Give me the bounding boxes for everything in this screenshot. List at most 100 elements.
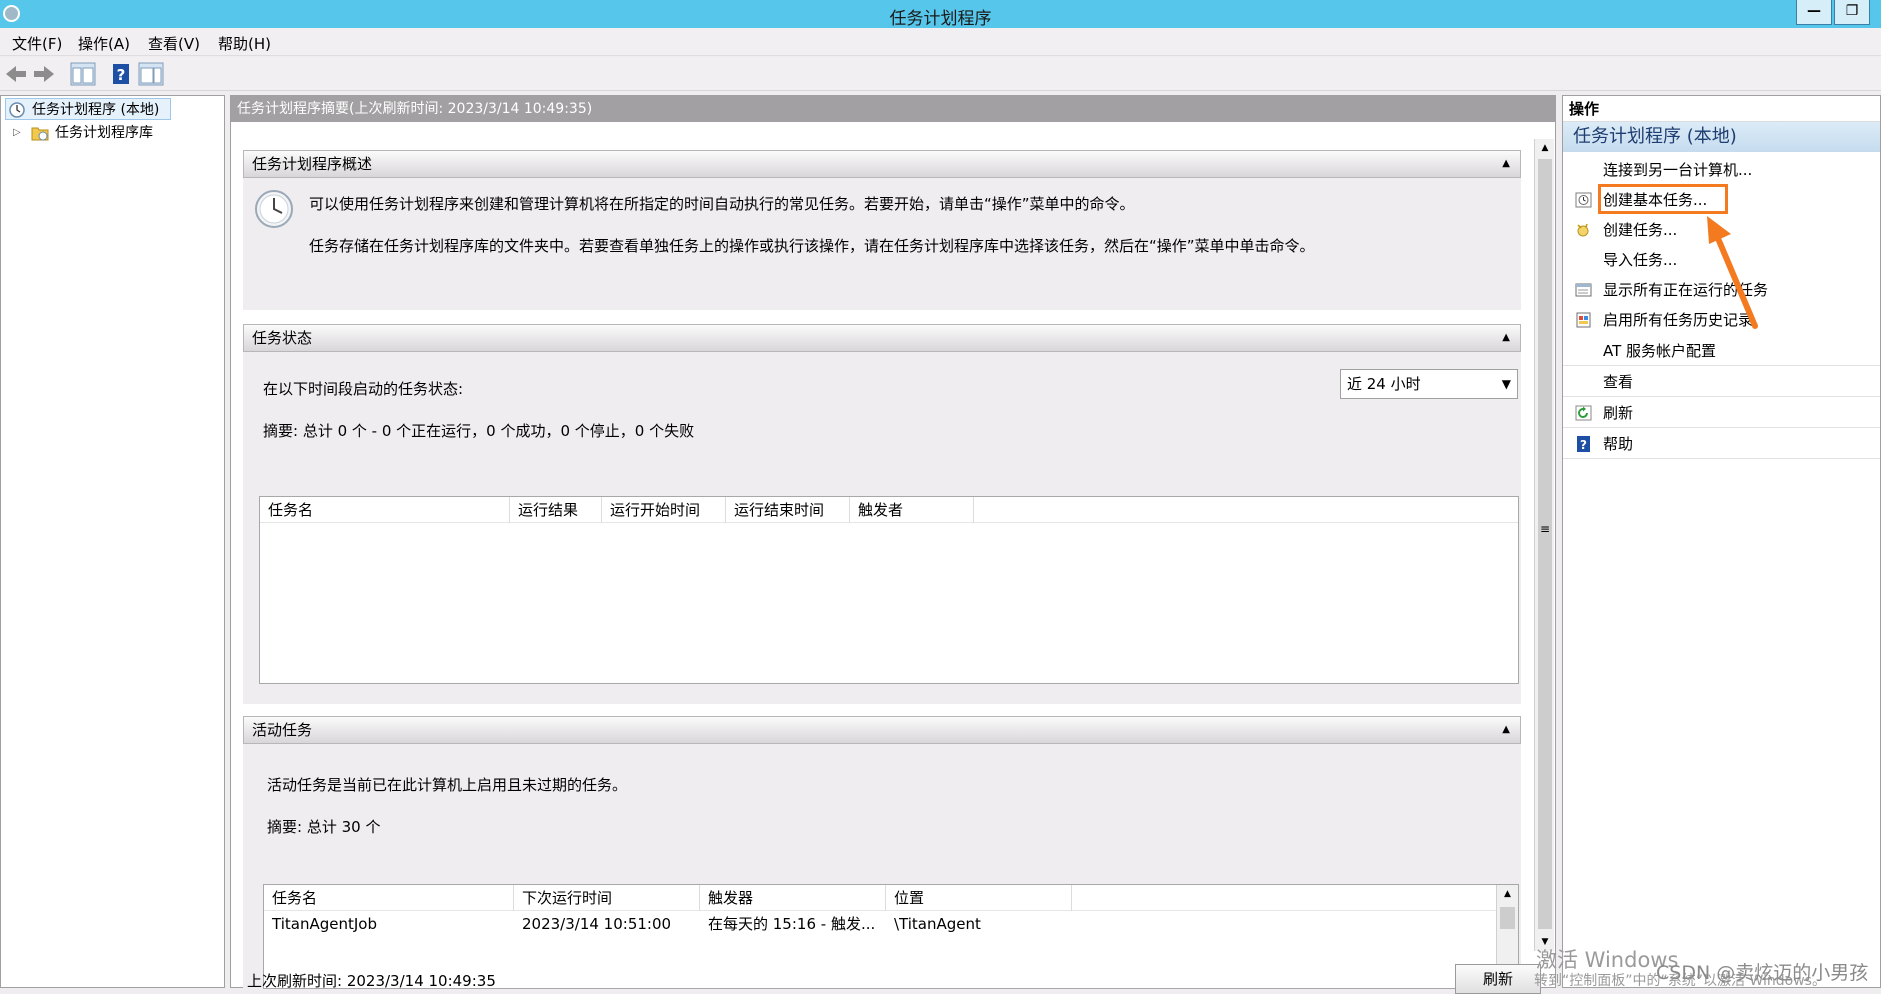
table-cell: \TitanAgent (894, 915, 981, 933)
summary-scrollbar[interactable]: ▲ ≡ ▼ (1534, 139, 1554, 951)
action-connect-computer[interactable]: 连接到另一台计算机... (1563, 155, 1880, 185)
menu-bar: 文件(F) 操作(A) 查看(V) 帮助(H) (0, 28, 1881, 56)
scroll-thumb[interactable] (1500, 907, 1515, 929)
clock-icon (255, 190, 293, 228)
active-tasks-title: 活动任务 (252, 721, 313, 739)
action-label: 创建任务... (1603, 221, 1678, 239)
action-help[interactable]: ? 帮助 (1563, 429, 1880, 459)
column-header[interactable]: 运行结果 (510, 497, 602, 523)
task-status-section-header[interactable]: 任务状态 ▲ (243, 324, 1521, 352)
column-header[interactable]: 触发器 (700, 885, 886, 911)
collapse-icon[interactable]: ▲ (1502, 717, 1510, 743)
action-view[interactable]: 查看 (1563, 367, 1880, 397)
expand-arrow-icon[interactable]: ▷ (13, 122, 21, 144)
overview-text-2: 任务存储在任务计划程序库的文件夹中。若要查看单独任务上的操作或执行该操作，请在任… (309, 237, 1315, 255)
svg-text:?: ? (117, 66, 126, 84)
column-header[interactable]: 触发者 (850, 497, 974, 523)
restore-button[interactable]: ❐ (1834, 0, 1870, 25)
show-action-pane-icon[interactable] (138, 62, 164, 86)
menu-view[interactable]: 查看(V) (148, 33, 200, 54)
action-label: 查看 (1603, 373, 1634, 391)
summary-pane: 任务计划程序摘要(上次刷新时间: 2023/3/14 10:49:35) 任务计… (230, 95, 1556, 994)
actions-pane: 操作 任务计划程序 (本地) 连接到另一台计算机... 创建基本任务... 创建… (1562, 95, 1881, 988)
table-cell: 2023/3/14 10:51:00 (522, 915, 672, 933)
collapse-icon[interactable]: ▲ (1502, 151, 1510, 177)
column-header[interactable]: 任务名 (264, 885, 514, 911)
table-cell: TitanAgentJob (272, 915, 377, 933)
menu-action[interactable]: 操作(A) (78, 33, 130, 54)
refresh-icon (1575, 405, 1592, 421)
chevron-down-icon: ▼ (1501, 377, 1511, 391)
refresh-button[interactable]: 刷新 (1455, 964, 1541, 994)
period-select-value: 近 24 小时 (1347, 375, 1421, 393)
create-task-icon (1577, 223, 1589, 237)
highlight-box (1598, 184, 1728, 214)
tree-library-label: 任务计划程序库 (55, 125, 153, 141)
active-tasks-summary: 摘要: 总计 30 个 (267, 818, 381, 836)
action-refresh[interactable]: 刷新 (1563, 398, 1880, 428)
tree-item-library[interactable]: ▷ 任务计划程序库 (5, 122, 205, 144)
tree-item-root[interactable]: 任务计划程序 (本地) (5, 98, 171, 120)
task-status-table-header: 任务名 运行结果 运行开始时间 运行结束时间 触发者 (260, 497, 1518, 523)
actions-header: 操作 (1563, 96, 1880, 122)
navigation-tree: 任务计划程序 (本地) ▷ 任务计划程序库 (0, 95, 225, 988)
column-header[interactable]: 下次运行时间 (514, 885, 700, 911)
active-tasks-section: 活动任务 ▲ 活动任务是当前已在此计算机上启用且未过期的任务。 摘要: 总计 3… (243, 716, 1521, 989)
toolbar: ? (0, 57, 1881, 91)
action-label: 导入任务... (1603, 251, 1678, 269)
scroll-up-icon[interactable]: ▲ (1535, 139, 1555, 157)
column-header[interactable]: 位置 (886, 885, 1072, 911)
column-header[interactable]: 运行开始时间 (602, 497, 726, 523)
tree-root-label: 任务计划程序 (本地) (32, 102, 160, 118)
basic-task-icon (1575, 192, 1592, 208)
menu-file[interactable]: 文件(F) (12, 33, 62, 54)
table-row[interactable]: TitanAgentJob 2023/3/14 10:51:00 在每天的 15… (264, 911, 1494, 937)
task-status-table[interactable]: 任务名 运行结果 运行开始时间 运行结束时间 触发者 (259, 496, 1519, 684)
running-tasks-icon (1575, 283, 1592, 297)
period-label: 在以下时间段启动的任务状态: (263, 380, 464, 398)
csdn-watermark: CSDN @卖炫迈的小男孩 (1656, 962, 1869, 984)
help-icon[interactable]: ? (108, 62, 134, 86)
overview-title: 任务计划程序概述 (252, 155, 373, 173)
annotation-arrow-icon (1707, 216, 1758, 329)
scroll-thumb[interactable]: ≡ (1538, 159, 1552, 929)
show-hide-tree-icon[interactable] (70, 62, 96, 86)
svg-text:?: ? (1580, 438, 1587, 452)
scroll-up-icon[interactable]: ▲ (1497, 885, 1518, 903)
active-tasks-table-header: 任务名 下次运行时间 触发器 位置 (264, 885, 1518, 911)
overview-section: 任务计划程序概述 ▲ 可以使用任务计划程序来创建和管理计算机将在所指定的时间自动… (243, 150, 1521, 310)
folder-clock-icon (31, 127, 49, 141)
active-tasks-description: 活动任务是当前已在此计算机上启用且未过期的任务。 (267, 776, 628, 794)
action-label: AT 服务帐户配置 (1603, 342, 1717, 360)
overview-section-header[interactable]: 任务计划程序概述 ▲ (243, 150, 1521, 178)
minimize-button[interactable]: — (1796, 0, 1832, 25)
column-header[interactable]: 任务名 (260, 497, 510, 523)
overview-text-1: 可以使用任务计划程序来创建和管理计算机将在所指定的时间自动执行的常见任务。若要开… (309, 195, 1135, 213)
table-cell: 在每天的 15:16 - 触发... (708, 915, 876, 933)
window-title: 任务计划程序 (889, 9, 992, 29)
separator (1563, 458, 1880, 459)
clock-icon (9, 102, 25, 118)
collapse-icon[interactable]: ▲ (1502, 325, 1510, 351)
task-status-section: 任务状态 ▲ 在以下时间段启动的任务状态: 近 24 小时 ▼ 摘要: 总计 0… (243, 324, 1521, 704)
menu-help[interactable]: 帮助(H) (218, 33, 271, 54)
action-label: 连接到另一台计算机... (1603, 161, 1753, 179)
period-select[interactable]: 近 24 小时 ▼ (1340, 369, 1518, 399)
action-label: 刷新 (1603, 404, 1634, 422)
forward-arrow-icon[interactable] (30, 62, 56, 86)
separator (1563, 396, 1880, 397)
summary-header: 任务计划程序摘要(上次刷新时间: 2023/3/14 10:49:35) (231, 96, 1555, 122)
status-summary: 摘要: 总计 0 个 - 0 个正在运行，0 个成功，0 个停止，0 个失败 (263, 422, 695, 440)
actions-group-title[interactable]: 任务计划程序 (本地) (1563, 122, 1880, 152)
task-status-title: 任务状态 (252, 329, 313, 347)
separator (1563, 365, 1880, 366)
title-bar: 任务计划程序 — ❐ (0, 0, 1881, 29)
active-tasks-section-header[interactable]: 活动任务 ▲ (243, 716, 1521, 744)
help-icon: ? (1577, 436, 1590, 452)
action-label: 帮助 (1603, 435, 1634, 453)
separator (1563, 427, 1880, 428)
column-header[interactable]: 运行结束时间 (726, 497, 850, 523)
action-at-service-config[interactable]: AT 服务帐户配置 (1563, 336, 1880, 366)
history-icon (1576, 312, 1591, 328)
back-arrow-icon[interactable] (4, 62, 30, 86)
